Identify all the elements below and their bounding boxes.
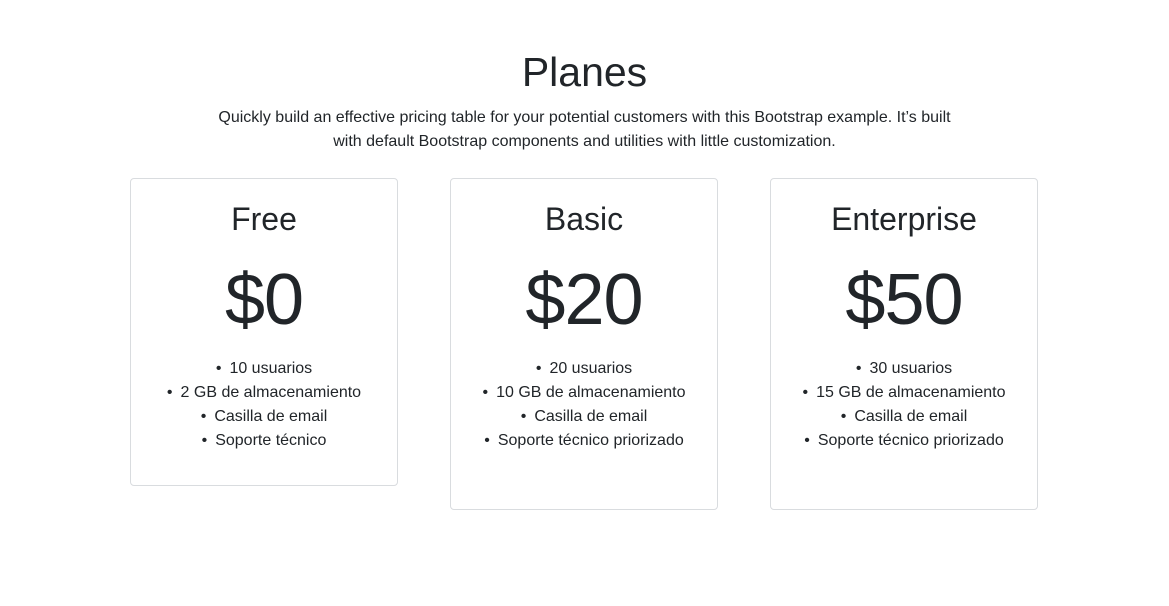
feature-text: 10 GB de almacenamiento xyxy=(496,384,686,401)
feature-text: Casilla de email xyxy=(534,408,648,425)
plan-card-free: Free $0 10 usuarios 2 GB de almacenamien… xyxy=(130,178,398,486)
plan-name: Free xyxy=(231,201,297,237)
feature-text: 30 usuarios xyxy=(869,360,953,377)
page-lead: Quickly build an effective pricing table… xyxy=(218,109,951,150)
feature-item: Soporte técnico xyxy=(151,429,377,453)
plan-price: $50 xyxy=(845,260,963,340)
plan-name: Enterprise xyxy=(831,201,977,237)
feature-item: 15 GB de almacenamiento xyxy=(791,381,1017,405)
feature-item: Soporte técnico priorizado xyxy=(471,429,697,453)
feature-item: Soporte técnico priorizado xyxy=(791,429,1017,453)
plan-name: Basic xyxy=(544,201,624,237)
feature-item: 30 usuarios xyxy=(791,357,1017,381)
feature-text: Soporte técnico priorizado xyxy=(817,432,1004,449)
feature-item: Casilla de email xyxy=(151,405,377,429)
feature-text: 2 GB de almacenamiento xyxy=(180,384,362,401)
feature-list: 10 usuarios 2 GB de almacenamiento Casil… xyxy=(131,357,397,453)
feature-text: 15 GB de almacenamiento xyxy=(816,384,1006,401)
plan-card-basic: Basic $20 20 usuarios 10 GB de almacenam… xyxy=(450,178,718,510)
feature-text: Soporte técnico xyxy=(215,432,327,449)
page-title: Planes xyxy=(521,49,648,95)
feature-text: 20 usuarios xyxy=(549,360,633,377)
pricing-header: Planes Quickly build an effective pricin… xyxy=(0,44,1169,154)
plan-card-enterprise: Enterprise $50 30 usuarios 15 GB de alma… xyxy=(770,178,1038,510)
feature-list: 20 usuarios 10 GB de almacenamiento Casi… xyxy=(451,357,717,453)
plan-price: $20 xyxy=(525,260,643,340)
plan-price: $0 xyxy=(224,260,304,340)
feature-item: 20 usuarios xyxy=(471,357,697,381)
feature-text: Soporte técnico priorizado xyxy=(497,432,684,449)
feature-text: 10 usuarios xyxy=(229,360,313,377)
feature-item: 2 GB de almacenamiento xyxy=(151,381,377,405)
feature-text: Casilla de email xyxy=(214,408,328,425)
feature-list: 30 usuarios 15 GB de almacenamiento Casi… xyxy=(771,357,1037,453)
feature-item: 10 GB de almacenamiento xyxy=(471,381,697,405)
feature-item: Casilla de email xyxy=(791,405,1017,429)
feature-item: Casilla de email xyxy=(471,405,697,429)
feature-item: 10 usuarios xyxy=(151,357,377,381)
pricing-page: Planes Quickly build an effective pricin… xyxy=(0,0,1169,606)
feature-text: Casilla de email xyxy=(854,408,968,425)
